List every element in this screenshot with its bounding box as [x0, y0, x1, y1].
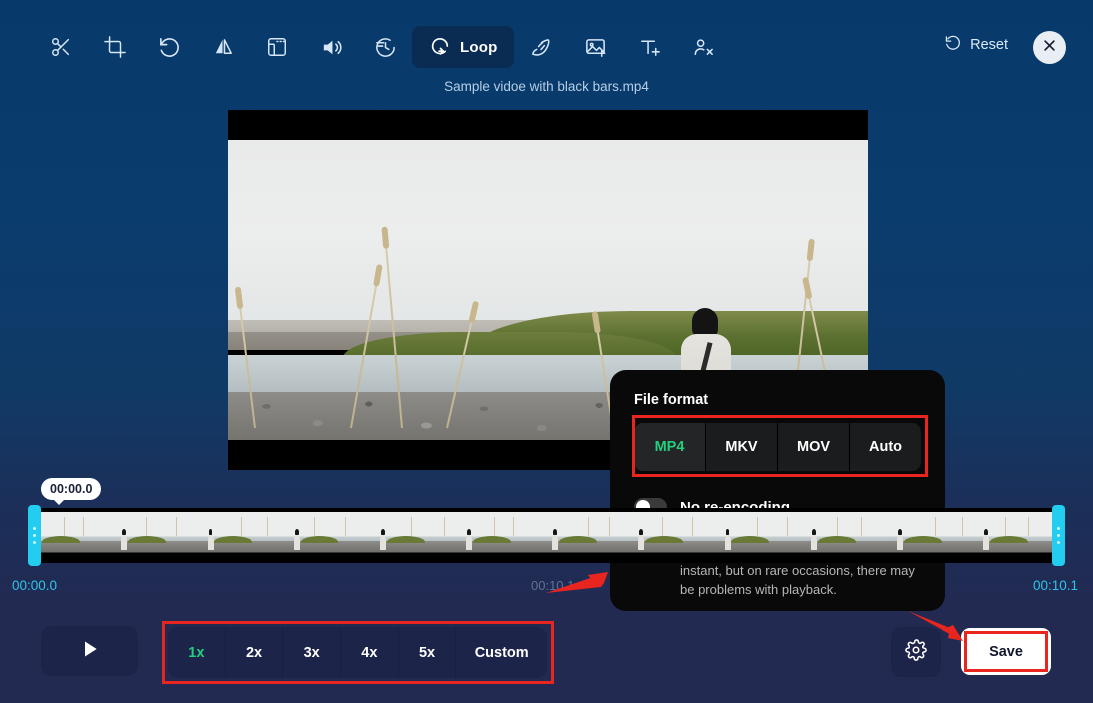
speed-option-5x[interactable]: 5x: [399, 627, 457, 678]
reset-button[interactable]: Reset: [945, 34, 1008, 56]
filmstrip-thumbnail: [116, 512, 203, 559]
filmstrip-thumbnail: [288, 512, 375, 559]
loop-tool-button[interactable]: Loop: [412, 26, 515, 68]
stabilize-icon: [530, 36, 553, 59]
letterbox-bar-top: [228, 110, 868, 140]
speed-tool-button[interactable]: [358, 26, 412, 68]
filmstrip-thumbnail: [30, 512, 117, 559]
speed-option-2x[interactable]: 2x: [226, 627, 284, 678]
loop-icon: [429, 36, 451, 58]
filmstrip-thumbnail: [547, 512, 634, 559]
filmstrip-thumbnail: [374, 512, 461, 559]
filmstrip-thumbnail: [460, 512, 548, 559]
rotate-tool-button[interactable]: [142, 26, 196, 68]
add-text-icon: [638, 36, 661, 59]
filmstrip-thumbnail: [633, 512, 720, 559]
timeline-end-time: 00:10.1: [1033, 578, 1079, 593]
volume-tool-button[interactable]: [304, 26, 358, 68]
trim-handle-start[interactable]: 00:00.0: [28, 478, 102, 566]
gear-icon: [905, 638, 927, 666]
speed-icon: [374, 36, 397, 59]
editor-toolbar: Loop: [34, 26, 730, 68]
add-image-button[interactable]: [568, 26, 622, 68]
file-name-label: Sample vidoe with black bars.mp4: [444, 79, 649, 94]
remove-watermark-icon: [692, 36, 715, 59]
play-button[interactable]: [41, 626, 138, 676]
speed-option-1x[interactable]: 1x: [168, 627, 226, 678]
rotate-left-icon: [158, 36, 181, 59]
crop-icon: [104, 36, 126, 58]
flip-tool-button[interactable]: [196, 26, 250, 68]
undo-icon: [945, 34, 962, 56]
crop-tool-button[interactable]: [88, 26, 142, 68]
volume-icon: [320, 36, 343, 59]
filmstrip-thumbnail: [719, 512, 806, 559]
format-option-mov[interactable]: MOV: [778, 423, 850, 471]
sky-region: [228, 140, 868, 332]
filmstrip-thumbnail: [202, 512, 289, 559]
filmstrip-thumbnails: [30, 512, 1064, 559]
reset-label: Reset: [970, 37, 1008, 53]
close-icon: [1042, 38, 1057, 58]
format-option-mp4[interactable]: MP4: [634, 423, 706, 471]
cut-tool-button[interactable]: [34, 26, 88, 68]
trim-handle-end[interactable]: [1052, 505, 1065, 566]
speed-option-custom[interactable]: Custom: [456, 627, 547, 678]
filmstrip-thumbnail: [891, 512, 978, 559]
add-text-button[interactable]: [622, 26, 676, 68]
save-options-panel: File format MP4 MKV MOV Auto No re-encod…: [610, 370, 945, 611]
video-editor-window: Loop Reset Sample vidoe with black bars.…: [0, 0, 1093, 703]
format-option-auto[interactable]: Auto: [850, 423, 921, 471]
play-icon: [80, 638, 100, 665]
format-option-mkv[interactable]: MKV: [706, 423, 778, 471]
cut-icon: [50, 36, 72, 58]
stabilize-tool-button[interactable]: [514, 26, 568, 68]
save-button[interactable]: Save: [961, 628, 1051, 675]
resize-tool-button[interactable]: [250, 26, 304, 68]
filmstrip-thumbnail: [805, 512, 892, 559]
settings-button[interactable]: [891, 627, 941, 677]
close-button[interactable]: [1033, 31, 1066, 64]
flip-horizontal-icon: [212, 36, 235, 59]
add-image-icon: [584, 36, 607, 59]
speed-selector: 1x 2x 3x 4x 5x Custom: [168, 627, 547, 678]
timeline-start-time: 00:00.0: [12, 578, 58, 593]
remove-watermark-button[interactable]: [676, 26, 730, 68]
resize-icon: [266, 36, 288, 58]
speed-option-3x[interactable]: 3x: [283, 627, 342, 678]
timeline-total-duration: 00:10.1: [531, 578, 575, 593]
file-format-selector: MP4 MKV MOV Auto: [634, 423, 921, 471]
playhead-time-tooltip: 00:00.0: [41, 478, 102, 505]
timeline-filmstrip[interactable]: [30, 508, 1064, 563]
loop-tool-label: Loop: [460, 38, 498, 56]
file-format-heading: File format: [634, 392, 709, 408]
speed-option-4x[interactable]: 4x: [341, 627, 399, 678]
